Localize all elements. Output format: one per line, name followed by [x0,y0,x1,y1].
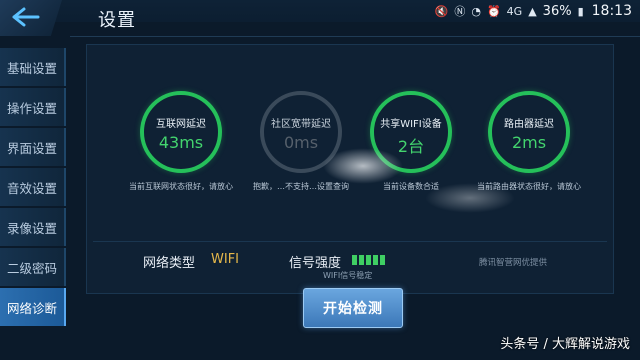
signal-strength-bars [352,255,385,265]
gauge-ring: 互联网延迟 43ms [140,91,222,173]
gauge-label: 路由器延迟 [504,119,554,130]
network-info-row: 网络类型 WIFI 信号强度 WIFI信号稳定 腾讯智营网优提供 [93,241,607,286]
gauge-value: 43ms [158,133,204,152]
signal-bar [359,255,364,265]
watermark: 头条号 / 大辉解说游戏 [500,337,630,352]
provider-credit: 腾讯智营网优提供 [479,258,548,268]
signal-status-text: WIFI信号稳定 [323,271,373,280]
signal-strength-label: 信号强度 [289,256,342,271]
network-type-value: WIFI [211,252,239,267]
header-divider [70,36,640,37]
header: 设置 [0,0,640,38]
gauge-internet-latency: 互联网延迟 43ms 当前互联网状态很好，请放心 [121,91,241,192]
gauge-value: 2ms [511,133,547,152]
gauge-router-latency: 路由器延迟 2ms 当前路由器状态很好，请放心 [469,91,589,192]
gauge-value: 0ms [283,133,319,152]
gauge-label: 共享WIFI设备 [380,119,442,130]
sidebar-item-label: 界面设置 [6,140,57,156]
back-button[interactable] [0,0,62,36]
sidebar: 基础设置 操作设置 界面设置 音效设置 录像设置 二级密码 网络诊断 [0,48,66,360]
start-detection-button[interactable]: 开始检测 [303,288,403,328]
sidebar-item-label: 二级密码 [6,260,57,276]
sidebar-item-audio[interactable]: 音效设置 [0,168,66,206]
signal-bar [352,255,357,265]
sidebar-item-recording[interactable]: 录像设置 [0,208,66,246]
sidebar-item-interface[interactable]: 界面设置 [0,128,66,166]
sidebar-item-label: 操作设置 [6,100,57,116]
signal-bar [373,255,378,265]
page-title: 设置 [98,10,136,31]
sidebar-item-network-diagnosis[interactable]: 网络诊断 [0,288,66,326]
signal-bar [366,255,371,265]
blur-overlay [425,183,515,213]
sidebar-item-label: 网络诊断 [6,300,57,316]
gauge-label: 社区宽带延迟 [271,119,331,130]
signal-bar [380,255,385,265]
sidebar-item-controls[interactable]: 操作设置 [0,88,66,126]
gauge-desc: 当前互联网状态很好，请放心 [129,182,233,191]
sidebar-item-basic[interactable]: 基础设置 [0,48,66,86]
sidebar-item-label: 音效设置 [6,180,57,196]
sidebar-item-label: 基础设置 [6,60,57,76]
network-type-label: 网络类型 [143,256,196,271]
blur-overlay [323,148,403,184]
network-diagnosis-panel: 互联网延迟 43ms 当前互联网状态很好，请放心 社区宽带延迟 0ms 抱歉，…… [86,44,614,294]
gauge-label: 互联网延迟 [156,119,206,130]
sidebar-item-label: 录像设置 [6,220,57,236]
sidebar-item-secondary-password[interactable]: 二级密码 [0,248,66,286]
gauge-ring: 路由器延迟 2ms [488,91,570,173]
